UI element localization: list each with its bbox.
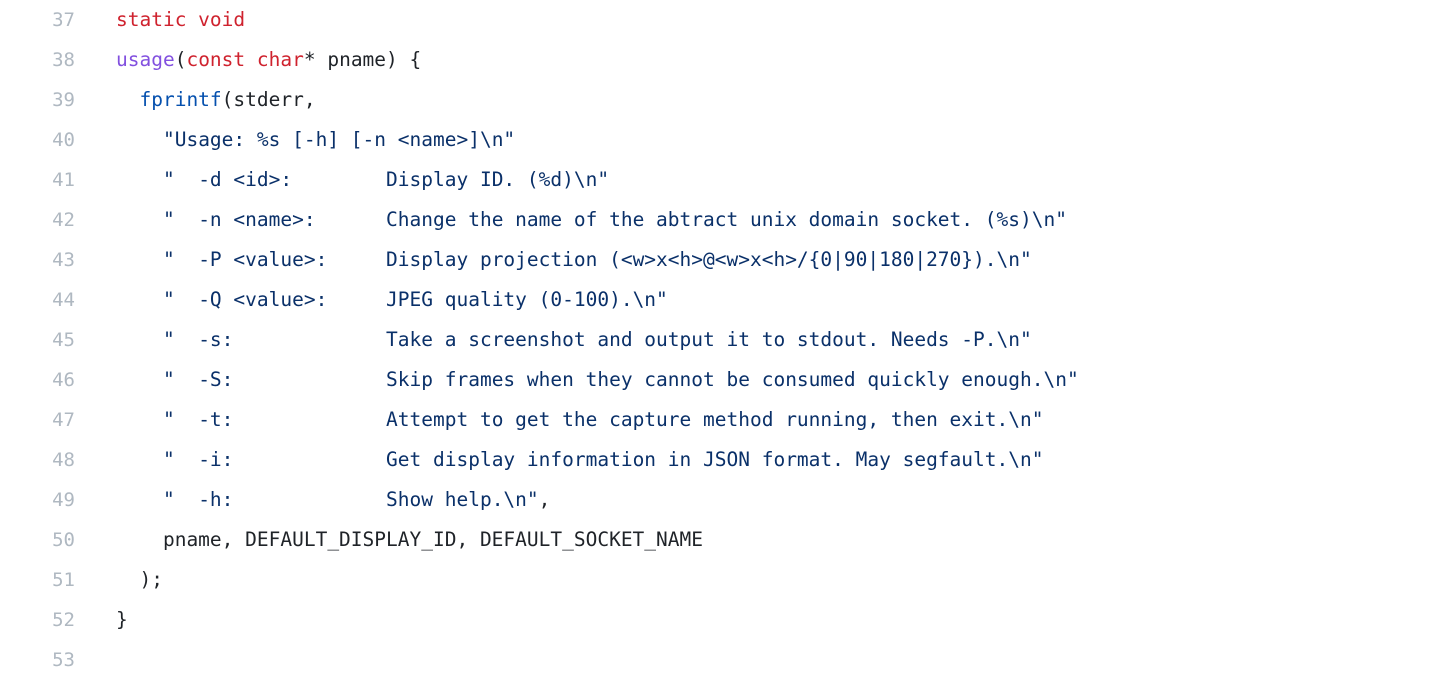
line-number: 37: [52, 9, 75, 31]
code-line[interactable]: 38 usage(const char* pname) {: [0, 40, 1436, 80]
code-token: " -S: Skip frames when they cannot be co…: [162, 368, 1079, 391]
line-number: 53: [52, 649, 75, 671]
code-token: (: [174, 48, 187, 71]
line-number: 51: [52, 569, 75, 591]
code-token: const char: [186, 48, 304, 71]
line-number: 49: [52, 489, 75, 511]
code-token: " -n <name>: Change the name of the abtr…: [162, 208, 1067, 231]
line-number: 40: [52, 129, 75, 151]
code-token: " -t: Attempt to get the capture method …: [162, 408, 1044, 431]
code-token: ,: [538, 488, 551, 511]
code-line[interactable]: 47 " -t: Attempt to get the capture meth…: [0, 400, 1436, 440]
line-content[interactable]: " -d <id>: Display ID. (%d)\n": [75, 160, 1436, 200]
code-token: " -s: Take a screenshot and output it to…: [162, 328, 1032, 351]
line-number: 38: [52, 49, 75, 71]
code-token: " -Q <value>: JPEG quality (0-100).\n": [162, 288, 668, 311]
line-content[interactable]: " -i: Get display information in JSON fo…: [75, 440, 1436, 480]
line-content[interactable]: usage(const char* pname) {: [75, 40, 1436, 80]
code-line[interactable]: 49 " -h: Show help.\n",: [0, 480, 1436, 520]
code-line[interactable]: 44 " -Q <value>: JPEG quality (0-100).\n…: [0, 280, 1436, 320]
line-number: 45: [52, 329, 75, 351]
line-number: 46: [52, 369, 75, 391]
line-content[interactable]: " -P <value>: Display projection (<w>x<h…: [75, 240, 1436, 280]
line-content[interactable]: " -S: Skip frames when they cannot be co…: [75, 360, 1436, 400]
code-line[interactable]: 39 fprintf(stderr,: [0, 80, 1436, 120]
code-line[interactable]: 52}: [0, 600, 1436, 640]
line-number: 44: [52, 289, 75, 311]
line-number: 43: [52, 249, 75, 271]
code-token: " -d <id>: Display ID. (%d)\n": [162, 168, 610, 191]
code-token: " -h: Show help.\n": [162, 488, 539, 511]
line-content[interactable]: }: [75, 600, 1436, 640]
line-number: 47: [52, 409, 75, 431]
code-token: " -P <value>: Display projection (<w>x<h…: [162, 248, 1032, 271]
code-line[interactable]: 42 " -n <name>: Change the name of the a…: [0, 200, 1436, 240]
line-content[interactable]: );: [75, 560, 1436, 600]
code-line[interactable]: 48 " -i: Get display information in JSON…: [0, 440, 1436, 480]
code-token: (stderr,: [221, 88, 316, 111]
line-number: 41: [52, 169, 75, 191]
line-content[interactable]: static void: [75, 0, 1436, 40]
line-content[interactable]: pname, DEFAULT_DISPLAY_ID, DEFAULT_SOCKE…: [75, 520, 1436, 560]
code-token: " -i: Get display information in JSON fo…: [162, 448, 1044, 471]
code-line[interactable]: 53: [0, 640, 1436, 680]
line-number: 39: [52, 89, 75, 111]
code-line[interactable]: 51 );: [0, 560, 1436, 600]
code-line[interactable]: 43 " -P <value>: Display projection (<w>…: [0, 240, 1436, 280]
line-content[interactable]: " -h: Show help.\n",: [75, 480, 1436, 520]
line-content[interactable]: " -Q <value>: JPEG quality (0-100).\n": [75, 280, 1436, 320]
code-line[interactable]: 45 " -s: Take a screenshot and output it…: [0, 320, 1436, 360]
code-token: );: [116, 568, 163, 591]
line-number: 48: [52, 449, 75, 471]
line-number: 52: [52, 609, 75, 631]
code-line[interactable]: 40 "Usage: %s [-h] [-n <name>]\n": [0, 120, 1436, 160]
line-content[interactable]: fprintf(stderr,: [75, 80, 1436, 120]
line-content[interactable]: " -n <name>: Change the name of the abtr…: [75, 200, 1436, 240]
line-content[interactable]: " -s: Take a screenshot and output it to…: [75, 320, 1436, 360]
code-line[interactable]: 46 " -S: Skip frames when they cannot be…: [0, 360, 1436, 400]
line-number: 42: [52, 209, 75, 231]
code-token: pname, DEFAULT_DISPLAY_ID, DEFAULT_SOCKE…: [116, 528, 703, 551]
code-token: * pname) {: [303, 48, 422, 71]
code-line-list: 37 static void 38 usage(const char* pname) …: [0, 0, 1436, 680]
code-token: fprintf: [139, 88, 222, 111]
line-content[interactable]: "Usage: %s [-h] [-n <name>]\n": [75, 120, 1436, 160]
code-line[interactable]: 50 pname, DEFAULT_DISPLAY_ID, DEFAULT_SO…: [0, 520, 1436, 560]
code-line[interactable]: 41 " -d <id>: Display ID. (%d)\n": [0, 160, 1436, 200]
line-content[interactable]: " -t: Attempt to get the capture method …: [75, 400, 1436, 440]
code-token: static void: [116, 8, 246, 31]
line-number: 50: [52, 529, 75, 551]
code-viewer: 37 static void 38 usage(const char* pname) …: [0, 0, 1436, 671]
code-token: usage: [116, 48, 175, 71]
code-token: }: [116, 608, 128, 631]
code-line[interactable]: 37 static void: [0, 0, 1436, 40]
code-token: "Usage: %s [-h] [-n <name>]\n": [162, 128, 516, 151]
